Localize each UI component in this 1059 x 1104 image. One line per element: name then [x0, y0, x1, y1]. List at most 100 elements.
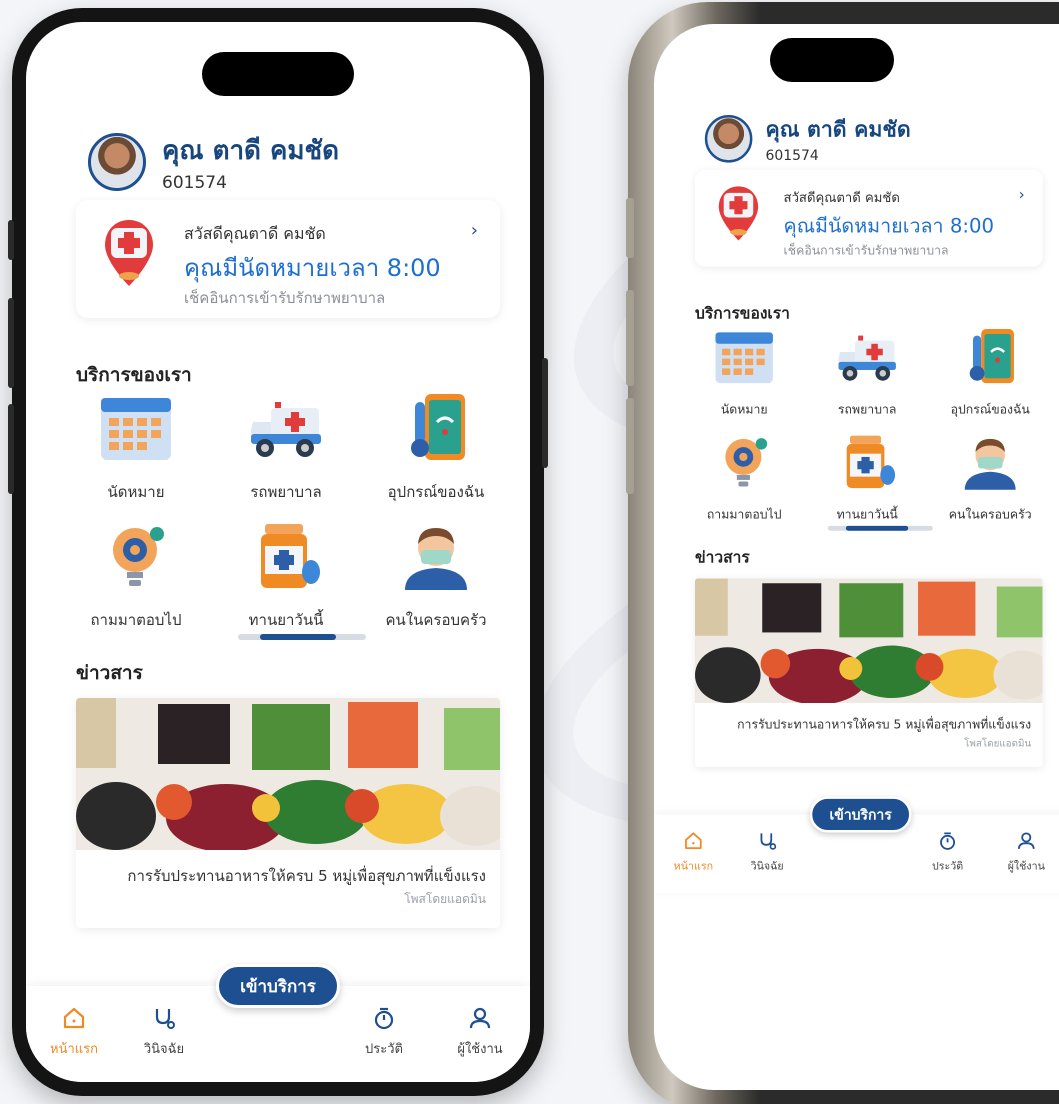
enter-service-button[interactable]: เข้าบริการ	[809, 796, 912, 833]
tab-home[interactable]: หน้าแรก	[34, 1004, 114, 1059]
news-author: โพสโดยแอดมิน	[404, 892, 486, 906]
lightbulb-gear-icon	[113, 527, 164, 586]
user-name: คุณ ตาดี คมชัด	[162, 136, 340, 166]
chevron-right-icon[interactable]: ›	[1019, 186, 1025, 203]
chevron-right-icon[interactable]: ›	[471, 220, 478, 241]
service-label: รถพยาบาล	[837, 402, 897, 417]
thermometer-device-icon	[969, 329, 1014, 384]
service-medicine-today[interactable]: ทานยาวันนี้	[216, 520, 356, 632]
family-person-icon	[405, 528, 467, 590]
home-icon	[685, 832, 702, 850]
services-title: บริการของเรา	[695, 304, 790, 323]
tab-label: หน้าแรก	[50, 1042, 98, 1057]
history-timer-icon	[940, 832, 956, 850]
side-button	[8, 404, 14, 494]
profile-header[interactable]: คุณ ตาดี คมชัด 601574	[88, 130, 339, 193]
user-id: 601574	[162, 173, 227, 193]
home-icon	[63, 1007, 85, 1029]
service-family[interactable]: คนในครอบครัว	[366, 520, 506, 632]
bottom-tab-bar: เข้าบริการ หน้าแรก วินิจฉัย ประวัติ ผู้ใ…	[654, 796, 1059, 894]
service-label: อุปกรณ์ของฉัน	[387, 483, 485, 501]
service-my-device[interactable]: อุปกรณ์ของฉัน	[366, 392, 506, 504]
carousel-indicator[interactable]	[238, 634, 366, 640]
enter-service-button[interactable]: เข้าบริการ	[216, 964, 340, 1008]
phone-mockup-front: คุณ ตาดี คมชัด 601574 สวัสดีคุณตาดี คมชั…	[8, 8, 548, 1096]
tab-diagnose[interactable]: วินิจฉัย	[124, 1004, 204, 1059]
carousel-indicator-fill	[845, 525, 909, 531]
calendar-icon	[101, 398, 171, 460]
hospital-pin-icon	[718, 186, 759, 241]
side-button	[8, 220, 14, 260]
tab-history[interactable]: ประวัติ	[344, 1004, 424, 1059]
service-label: ทานยาวันนี้	[836, 506, 898, 522]
service-label: อุปกรณ์ของฉัน	[950, 402, 1030, 417]
history-timer-icon	[374, 1007, 394, 1030]
tab-label: วินิจฉัย	[750, 860, 784, 873]
service-ambulance[interactable]: รถพยาบาล	[810, 327, 925, 419]
news-card[interactable]: การรับประทานอาหารให้ครบ 5 หมู่เพื่อสุขภา…	[76, 698, 500, 928]
service-label: รถพยาบาล	[250, 483, 322, 501]
tab-label: ประวัติ	[365, 1042, 403, 1057]
service-appointment[interactable]: นัดหมาย	[687, 327, 802, 419]
tab-history[interactable]: ประวัติ	[915, 829, 981, 874]
service-medicine-today[interactable]: ทานยาวันนี้	[810, 432, 925, 524]
carousel-indicator[interactable]	[827, 525, 933, 531]
lightbulb-gear-icon	[725, 438, 768, 487]
app-screen: คุณ ตาดี คมชัด 601574 สวัสดีคุณตาดี คมชั…	[654, 24, 1059, 1090]
news-article-title: การรับประทานอาหารให้ครบ 5 หมู่เพื่อสุขภา…	[737, 716, 1032, 732]
ambulance-icon	[251, 402, 321, 457]
phone-mockup-angled: คุณ ตาดี คมชัด 601574 สวัสดีคุณตาดี คมชั…	[626, 2, 1059, 1104]
user-icon	[1017, 832, 1035, 849]
appointment-time: คุณมีนัดหมายเวลา 8:00	[783, 214, 995, 238]
appointment-checkin-label: เช็คอินการเข้ารับรักษาพยาบาล	[184, 289, 386, 307]
news-image	[695, 578, 1043, 703]
news-card[interactable]: การรับประทานอาหารให้ครบ 5 หมู่เพื่อสุขภา…	[695, 578, 1043, 767]
side-button	[542, 358, 548, 468]
thermometer-device-icon	[411, 394, 465, 460]
service-label: ถามมาตอบไป	[706, 506, 782, 522]
medicine-bottle-icon	[261, 524, 320, 588]
appointment-time: คุณมีนัดหมายเวลา 8:00	[184, 254, 441, 282]
medicine-bottle-icon	[846, 435, 896, 489]
news-image	[76, 698, 500, 850]
home-content: คุณ ตาดี คมชัด 601574 สวัสดีคุณตาดี คมชั…	[26, 22, 530, 1082]
tab-label: หน้าแรก	[673, 860, 714, 873]
appointment-greeting: สวัสดีคุณตาดี คมชัด	[184, 224, 326, 243]
calendar-icon	[715, 332, 773, 384]
service-qa[interactable]: ถามมาตอบไป	[66, 520, 206, 632]
tab-label: วินิจฉัย	[143, 1042, 185, 1057]
service-qa[interactable]: ถามมาตอบไป	[687, 432, 802, 524]
service-label: นัดหมาย	[720, 402, 768, 417]
tab-diagnose[interactable]: วินิจฉัย	[734, 829, 800, 874]
side-button	[626, 198, 634, 258]
service-family[interactable]: คนในครอบครัว	[933, 432, 1048, 524]
service-appointment[interactable]: นัดหมาย	[66, 392, 206, 504]
tab-user[interactable]: ผู้ใช้งาน	[440, 1004, 520, 1059]
avatar[interactable]	[88, 132, 146, 191]
service-label: คนในครอบครัว	[948, 506, 1032, 522]
user-icon	[469, 1007, 491, 1029]
user-id: 601574	[765, 147, 819, 165]
appointment-card[interactable]: สวัสดีคุณตาดี คมชัด คุณมีนัดหมายเวลา 8:0…	[695, 169, 1043, 267]
side-button	[8, 298, 14, 388]
avatar[interactable]	[704, 114, 753, 163]
tab-label: ประวัติ	[931, 860, 964, 873]
tab-user[interactable]: ผู้ใช้งาน	[993, 829, 1059, 874]
appointment-card[interactable]: สวัสดีคุณตาดี คมชัด คุณมีนัดหมายเวลา 8:0…	[76, 200, 500, 318]
service-label: นัดหมาย	[107, 483, 165, 501]
family-person-icon	[964, 438, 1016, 490]
app-screen: คุณ ตาดี คมชัด 601574 สวัสดีคุณตาดี คมชั…	[26, 22, 530, 1082]
service-label: ถามมาตอบไป	[90, 611, 182, 629]
service-ambulance[interactable]: รถพยาบาล	[216, 392, 356, 504]
profile-header[interactable]: คุณ ตาดี คมชัด 601574	[704, 113, 911, 165]
tab-label: ผู้ใช้งาน	[457, 1042, 503, 1057]
side-button	[626, 398, 634, 494]
service-label: คนในครอบครัว	[385, 611, 487, 629]
home-content: คุณ ตาดี คมชัด 601574 สวัสดีคุณตาดี คมชั…	[654, 24, 1059, 894]
side-button	[626, 290, 634, 386]
user-name: คุณ ตาดี คมชัด	[765, 117, 911, 143]
tab-home[interactable]: หน้าแรก	[661, 829, 727, 874]
service-my-device[interactable]: อุปกรณ์ของฉัน	[933, 327, 1048, 419]
news-article-title: การรับประทานอาหารให้ครบ 5 หมู่เพื่อสุขภา…	[127, 867, 486, 885]
appointment-checkin-label: เช็คอินการเข้ารับรักษาพยาบาล	[783, 242, 949, 258]
